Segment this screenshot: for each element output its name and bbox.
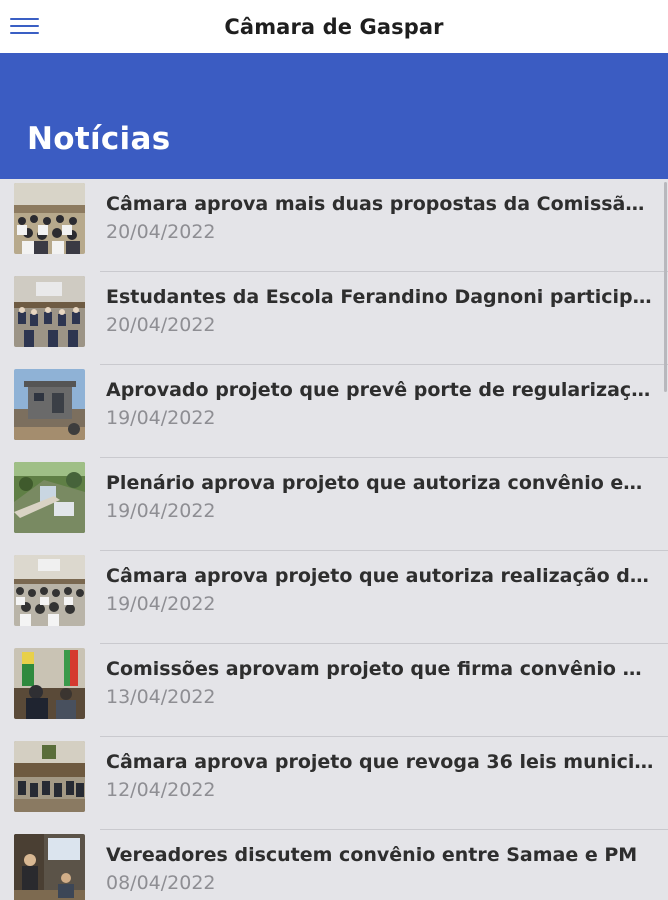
menu-bar-line: [10, 25, 39, 27]
news-title: Câmara aprova projeto que revoga 36 leis…: [106, 751, 654, 773]
news-thumbnail: [14, 369, 85, 440]
news-thumbnail: [14, 462, 85, 533]
news-title: Plenário aprova projeto que autoriza con…: [106, 472, 654, 494]
news-title: Comissões aprovam projeto que firma conv…: [106, 658, 654, 680]
news-date: 20/04/2022: [106, 314, 216, 336]
news-thumbnail: [14, 555, 85, 626]
news-item[interactable]: Vereadores discutem convênio entre Samae…: [0, 830, 668, 900]
scrollbar[interactable]: [664, 182, 667, 392]
news-item[interactable]: Plenário aprova projeto que autoriza con…: [0, 458, 668, 551]
news-date: 20/04/2022: [106, 221, 216, 243]
news-title: Estudantes da Escola Ferandino Dagnoni p…: [106, 286, 654, 308]
news-item[interactable]: Câmara aprova mais duas propostas da Com…: [0, 179, 668, 272]
news-date: 19/04/2022: [106, 407, 216, 429]
menu-bar-line: [10, 18, 39, 20]
news-title: Aprovado projeto que prevê porte de regu…: [106, 379, 654, 401]
news-item[interactable]: Estudantes da Escola Ferandino Dagnoni p…: [0, 272, 668, 365]
news-date: 19/04/2022: [106, 500, 216, 522]
news-item[interactable]: Aprovado projeto que prevê porte de regu…: [0, 365, 668, 458]
news-item[interactable]: Câmara aprova projeto que revoga 36 leis…: [0, 737, 668, 830]
news-date: 12/04/2022: [106, 779, 216, 801]
app-title: Câmara de Gaspar: [224, 14, 444, 39]
news-title: Câmara aprova projeto que autoriza reali…: [106, 565, 654, 587]
news-list[interactable]: Câmara aprova mais duas propostas da Com…: [0, 179, 668, 900]
news-title: Câmara aprova mais duas propostas da Com…: [106, 193, 654, 215]
section-header: Notícias: [0, 53, 668, 179]
section-title: Notícias: [27, 121, 171, 157]
news-thumbnail: [14, 183, 85, 254]
news-date: 08/04/2022: [106, 872, 216, 894]
news-date: 13/04/2022: [106, 686, 216, 708]
news-date: 19/04/2022: [106, 593, 216, 615]
hamburger-menu-icon[interactable]: [10, 14, 40, 38]
news-title: Vereadores discutem convênio entre Samae…: [106, 844, 638, 866]
app-bar: Câmara de Gaspar: [0, 0, 668, 53]
news-thumbnail: [14, 276, 85, 347]
news-thumbnail: [14, 741, 85, 812]
news-thumbnail: [14, 648, 85, 719]
news-item[interactable]: Comissões aprovam projeto que firma conv…: [0, 644, 668, 737]
news-item[interactable]: Câmara aprova projeto que autoriza reali…: [0, 551, 668, 644]
news-thumbnail: [14, 834, 85, 900]
menu-bar-line: [10, 32, 39, 34]
